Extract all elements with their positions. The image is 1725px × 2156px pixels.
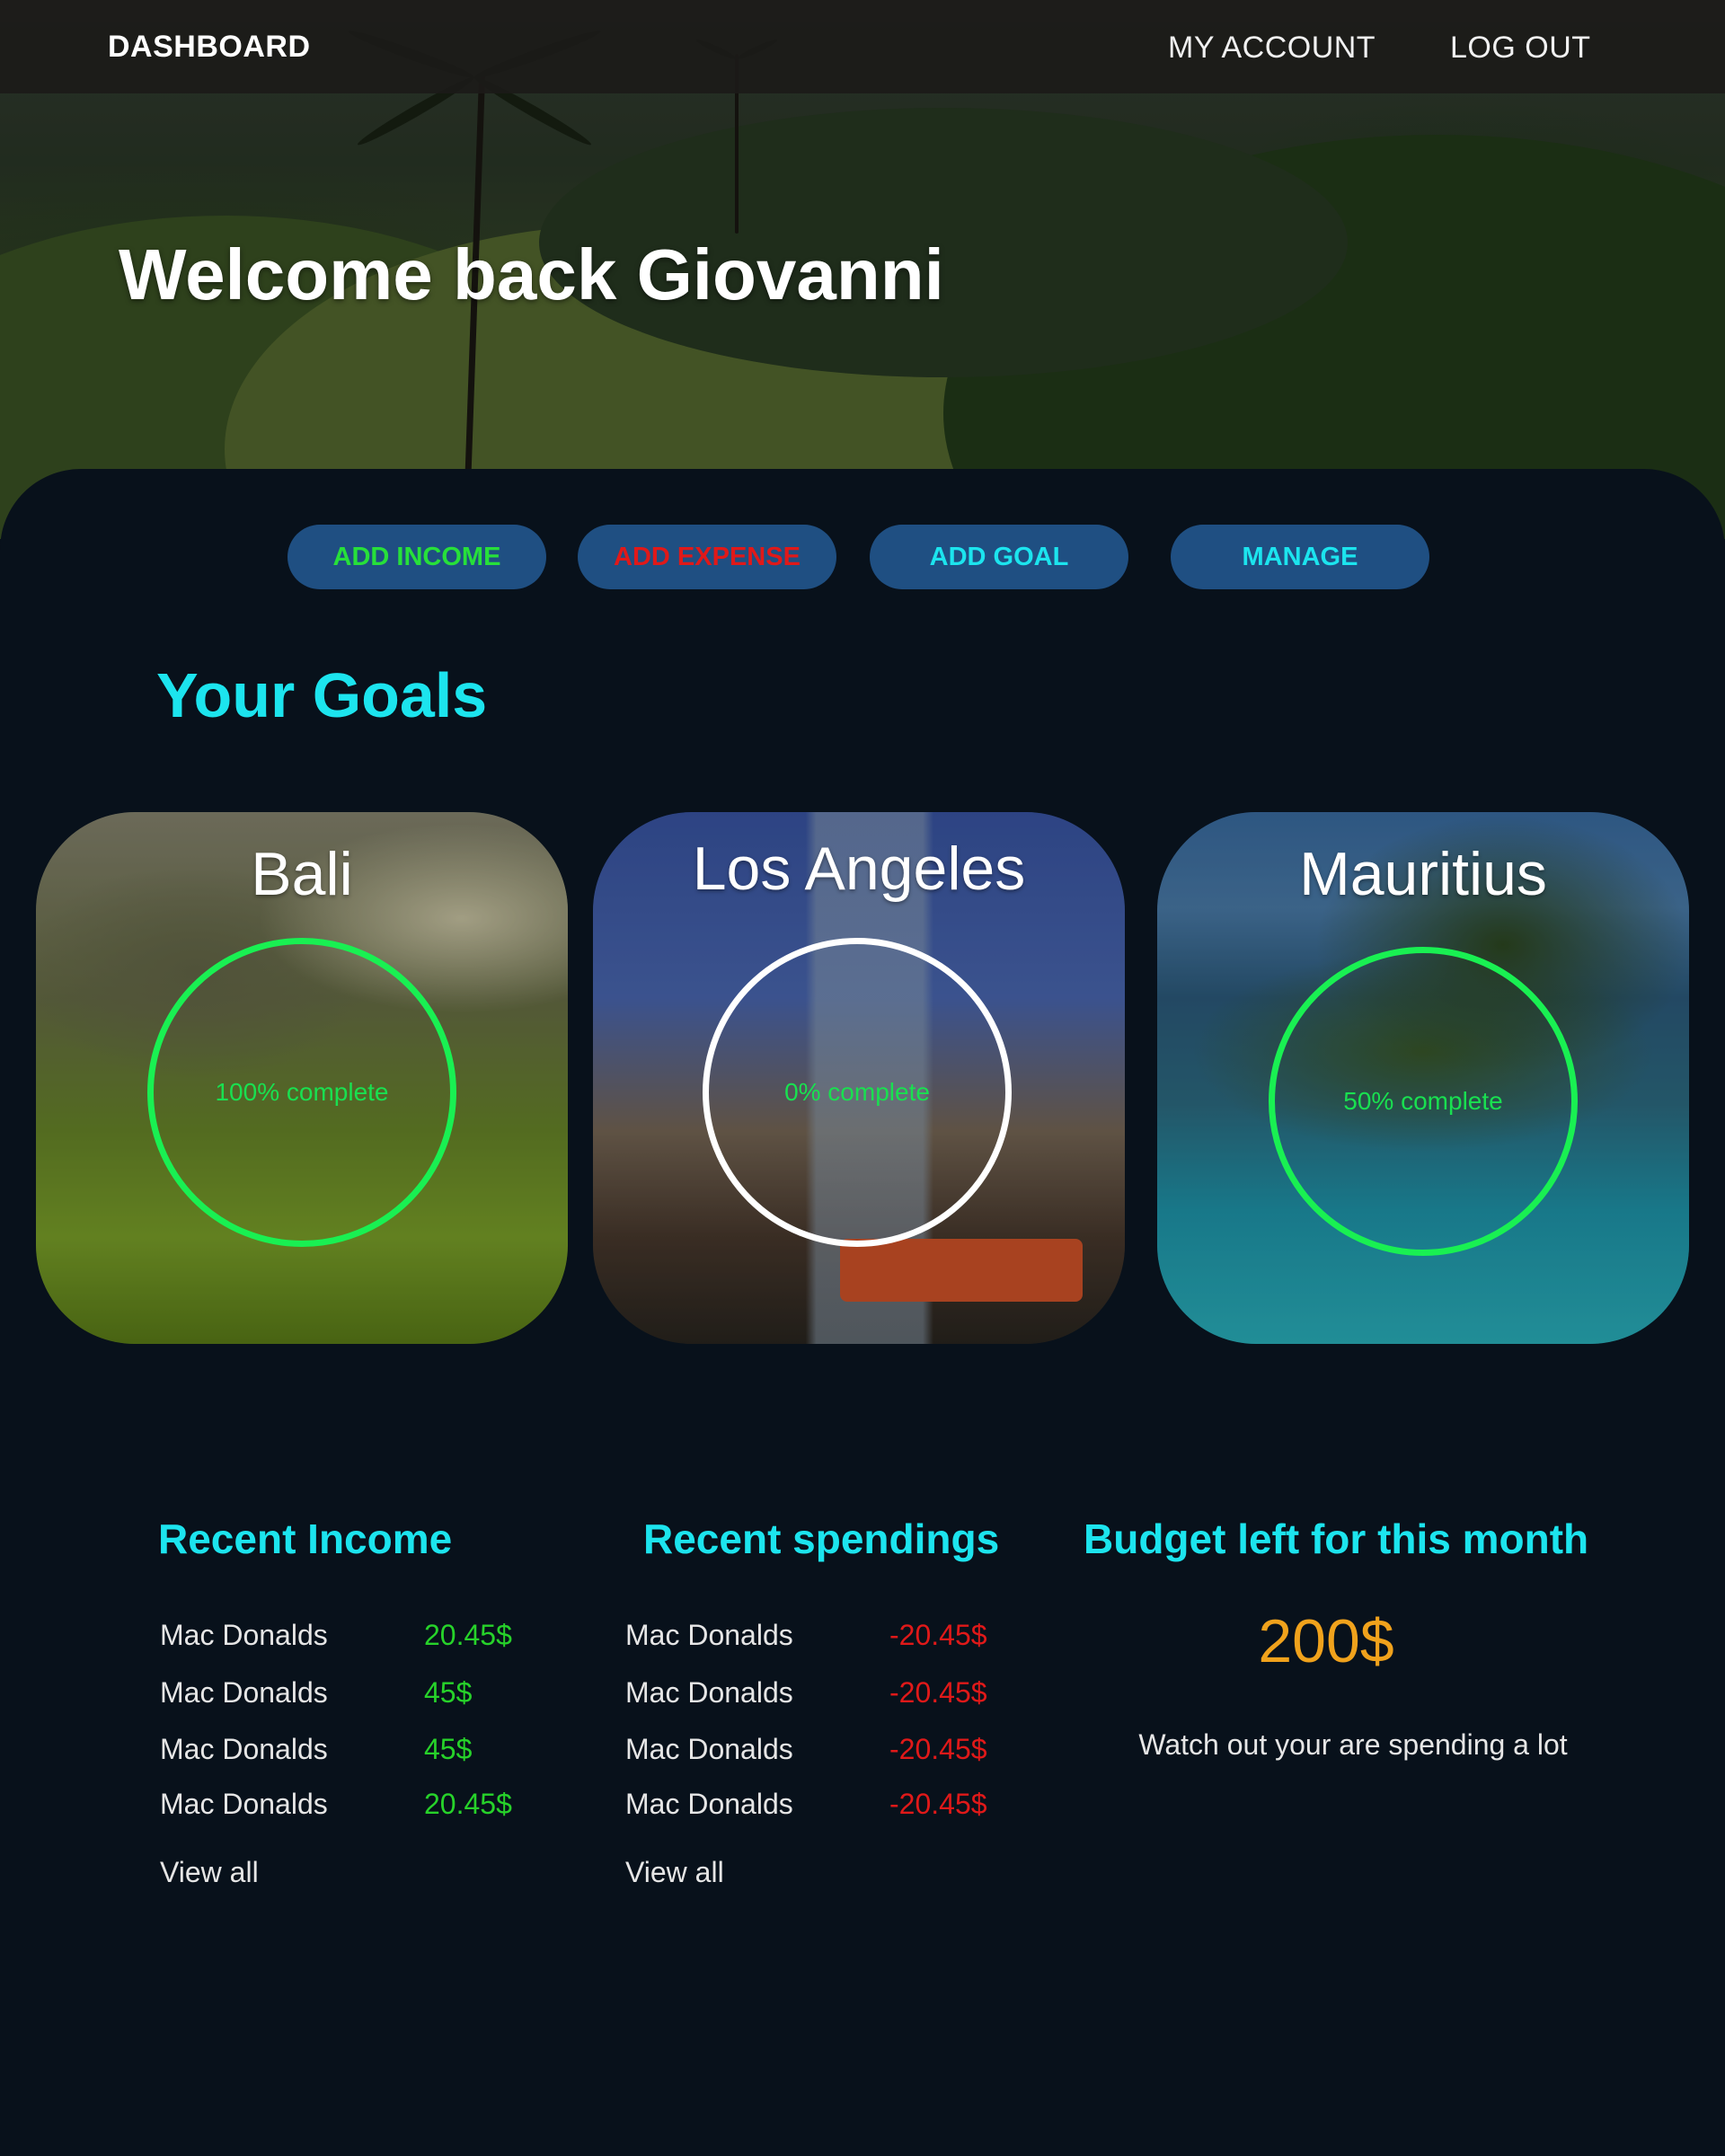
goal-card-los-angeles[interactable]: Los Angeles 0% complete — [593, 812, 1125, 1344]
goal-card-bali[interactable]: Bali 100% complete — [36, 812, 568, 1344]
spending-row-amount: -20.45$ — [889, 1676, 987, 1709]
recent-income-heading: Recent Income — [158, 1515, 453, 1562]
goal-progress-label-mauritius: 50% complete — [1343, 1087, 1503, 1115]
goal-name-mauritius: Mauritius — [1299, 840, 1547, 908]
my-account-link[interactable]: MY ACCOUNT — [1168, 31, 1376, 66]
spendings-view-all-link[interactable]: View all — [625, 1856, 724, 1889]
hero-banner: DASHBOARD MY ACCOUNT LOG OUT Welcome bac… — [0, 0, 1725, 539]
goal-progress-ring-los-angeles: 0% complete — [703, 938, 1012, 1247]
your-goals-heading: Your Goals — [156, 660, 488, 730]
add-income-button[interactable]: ADD INCOME — [288, 525, 546, 589]
income-row-amount: 45$ — [424, 1676, 473, 1709]
add-goal-button[interactable]: ADD GOAL — [870, 525, 1128, 589]
welcome-heading: Welcome back Giovanni — [119, 234, 944, 314]
income-row-label: Mac Donalds — [160, 1676, 328, 1709]
goal-name-los-angeles: Los Angeles — [692, 835, 1026, 903]
income-view-all-link[interactable]: View all — [160, 1856, 259, 1889]
income-row-amount: 20.45$ — [424, 1788, 512, 1820]
spending-row-label: Mac Donalds — [625, 1676, 793, 1709]
add-expense-button[interactable]: ADD EXPENSE — [578, 525, 836, 589]
manage-button[interactable]: MANAGE — [1171, 525, 1429, 589]
spending-row-label: Mac Donalds — [625, 1619, 793, 1651]
income-row-label: Mac Donalds — [160, 1733, 328, 1765]
budget-warning-note: Watch out your are spending a lot — [1138, 1728, 1568, 1761]
goal-card-mauritius[interactable]: Mauritius 50% complete — [1157, 812, 1689, 1344]
income-row-amount: 20.45$ — [424, 1619, 512, 1651]
goal-name-bali: Bali — [251, 840, 353, 908]
log-out-link[interactable]: LOG OUT — [1450, 31, 1591, 66]
goal-progress-ring-mauritius: 50% complete — [1269, 947, 1578, 1256]
income-row-amount: 45$ — [424, 1733, 473, 1765]
recent-spendings-heading: Recent spendings — [643, 1515, 1000, 1562]
spending-row-amount: -20.45$ — [889, 1733, 987, 1765]
goal-progress-ring-bali: 100% complete — [147, 938, 456, 1247]
brand-dashboard-link[interactable]: DASHBOARD — [108, 30, 311, 65]
spending-row-label: Mac Donalds — [625, 1788, 793, 1820]
spending-row-amount: -20.45$ — [889, 1788, 987, 1820]
goal-progress-label-los-angeles: 0% complete — [784, 1078, 930, 1106]
spending-row-amount: -20.45$ — [889, 1619, 987, 1651]
income-row-label: Mac Donalds — [160, 1619, 328, 1651]
budget-heading: Budget left for this month — [1084, 1515, 1589, 1562]
income-row-label: Mac Donalds — [160, 1788, 328, 1820]
top-nav-bar: DASHBOARD MY ACCOUNT LOG OUT — [0, 0, 1725, 93]
goal-progress-label-bali: 100% complete — [215, 1078, 389, 1106]
budget-amount: 200$ — [1258, 1607, 1394, 1675]
spending-row-label: Mac Donalds — [625, 1733, 793, 1765]
